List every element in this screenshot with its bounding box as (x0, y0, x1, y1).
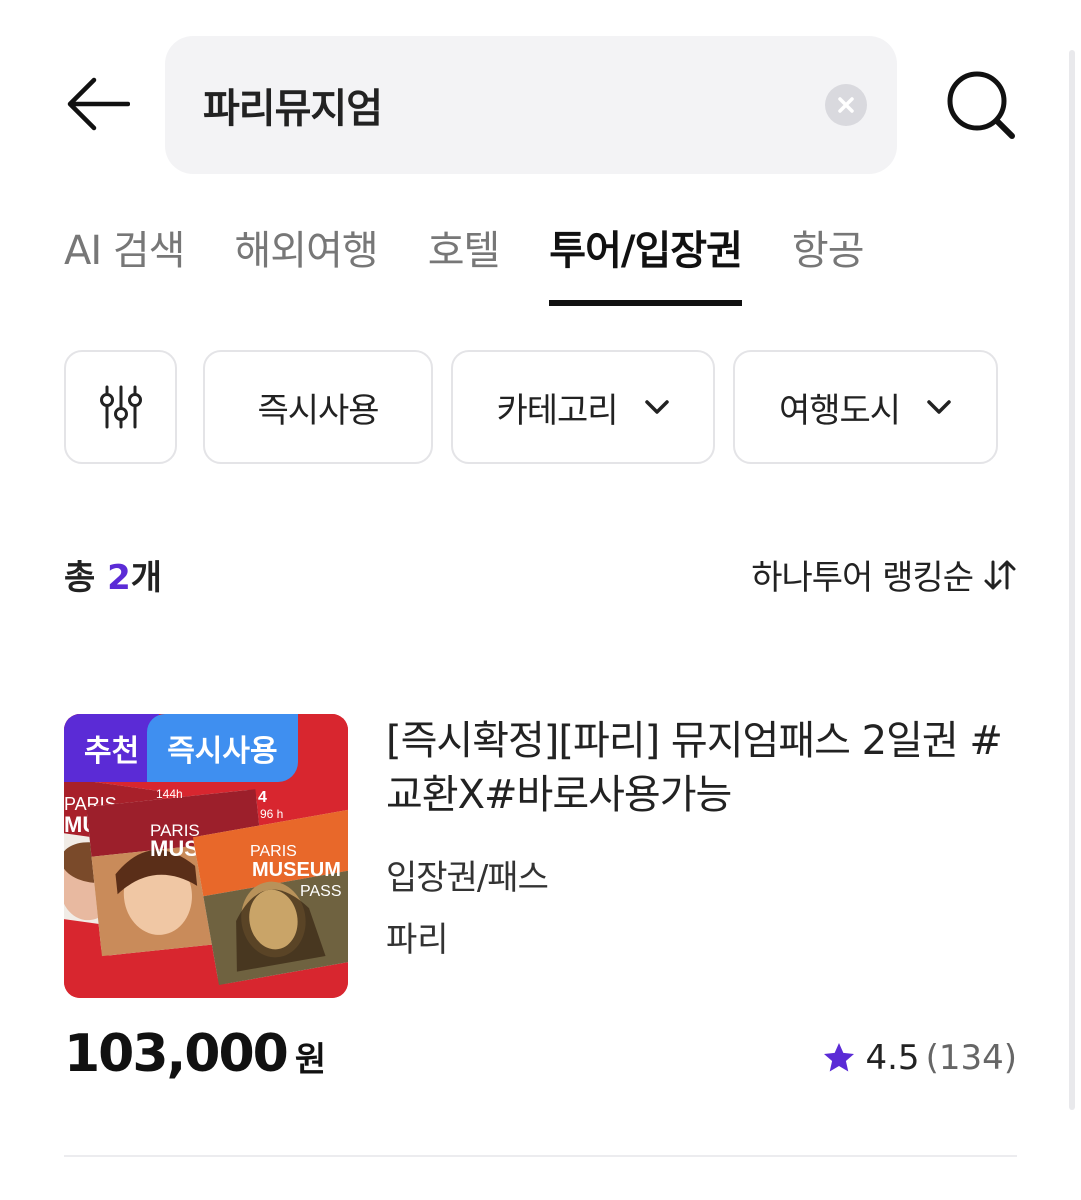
review-count: (134) (925, 1038, 1017, 1078)
result-count-prefix: 총 (64, 558, 108, 598)
tab-hotel[interactable]: 호텔 (428, 218, 501, 306)
chevron-down-icon (644, 399, 670, 415)
product-thumbnail[interactable]: 추천 즉시사용 PARIS MUS PARIS MUS 144h 4 96 h (64, 714, 348, 998)
tab-flight[interactable]: 항공 (792, 218, 865, 306)
back-button[interactable] (66, 72, 136, 136)
category-tabs: AI 검색 해외여행 호텔 투어/입장권 항공 (64, 218, 914, 308)
filter-settings-button[interactable] (64, 350, 177, 464)
close-icon (838, 97, 854, 113)
card3-text: PARIS (250, 843, 297, 860)
hours-text-c: 96 h (260, 807, 283, 821)
tab-overseas-travel[interactable]: 해외여행 (234, 218, 378, 306)
product-city: 파리 (386, 920, 449, 960)
star-icon (824, 1043, 855, 1072)
rating-score: 4.5 (865, 1038, 920, 1078)
badge-instant-use: 즉시사용 (147, 714, 298, 782)
product-price: 103,000 원 (64, 1024, 326, 1084)
product-rating: 4.5 (134) (821, 1038, 1017, 1078)
clear-search-button[interactable] (825, 84, 867, 126)
chevron-down-icon (926, 399, 952, 415)
filter-instant-label: 즉시사용 (257, 390, 379, 431)
scrollbar[interactable] (1069, 50, 1075, 1110)
filter-category-dropdown[interactable]: 카테고리 (451, 350, 715, 464)
hours-text-a: 144h (156, 787, 183, 801)
sort-label: 하나투어 랭킹순 (751, 558, 974, 598)
search-icon (947, 71, 1015, 139)
sort-button[interactable]: 하나투어 랭킹순 (751, 550, 1017, 599)
filter-city-dropdown[interactable]: 여행도시 (733, 350, 998, 464)
product-category: 입장권/패스 (386, 858, 549, 898)
filter-category-label: 카테고리 (496, 390, 618, 431)
filter-instant-use[interactable]: 즉시사용 (203, 350, 433, 464)
result-count: 총 2개 (64, 550, 162, 599)
tab-ai-search[interactable]: AI 검색 (64, 218, 185, 306)
divider (64, 1155, 1017, 1157)
badge-recommended: 추천 (64, 714, 160, 782)
sliders-icon (99, 385, 142, 429)
arrow-left-icon (67, 77, 130, 131)
product-badges: 추천 즉시사용 (64, 714, 298, 782)
product-title[interactable]: [즉시확정][파리] 뮤지엄패스 2일권 #교환X#바로사용가능 (386, 714, 1026, 822)
tab-tour-tickets[interactable]: 투어/입장권 (549, 218, 743, 306)
result-count-number: 2 (107, 558, 131, 598)
hours-text-b: 4 (258, 789, 267, 806)
search-bar[interactable] (165, 36, 897, 174)
filter-city-label: 여행도시 (778, 390, 901, 431)
card2-text-2: MUS (150, 836, 199, 861)
search-button[interactable] (944, 68, 1018, 142)
search-input[interactable] (203, 82, 783, 128)
card3-text-3: PASS (300, 883, 342, 900)
sort-arrows-icon (983, 558, 1017, 592)
card3-text-2: MUSEUM (252, 859, 341, 881)
price-unit: 원 (294, 1040, 327, 1080)
result-count-suffix: 개 (130, 558, 163, 598)
price-amount: 103,000 (64, 1024, 289, 1084)
